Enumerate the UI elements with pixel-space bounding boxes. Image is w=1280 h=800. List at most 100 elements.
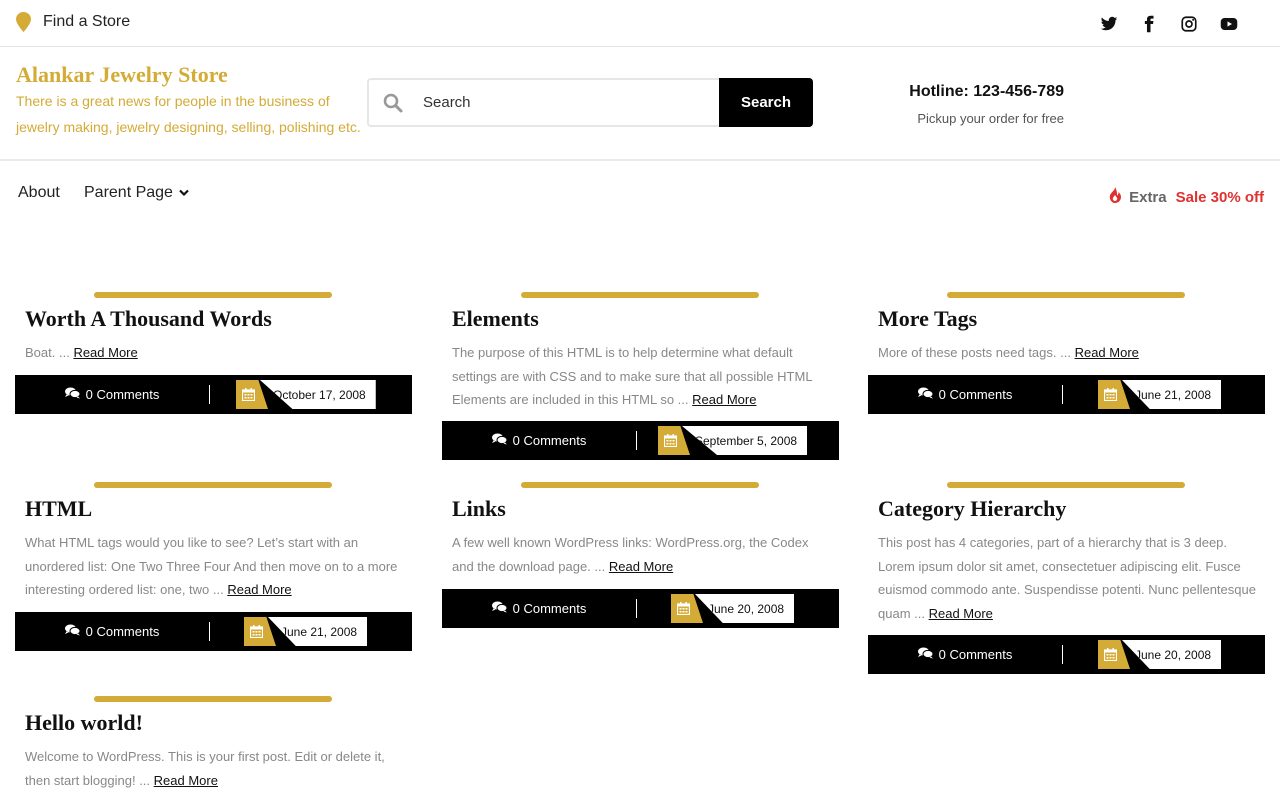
- nav-item-parent-page[interactable]: Parent Page: [84, 184, 189, 202]
- post-date[interactable]: June 21, 2008: [244, 617, 368, 646]
- comments-count: 0 Comments: [938, 387, 1013, 402]
- excerpt-text: More of these posts need tags. ...: [878, 345, 1071, 360]
- site-description: There is a great news for people in the …: [16, 93, 361, 135]
- comments-icon: [491, 601, 508, 616]
- comments-link[interactable]: 0 Comments: [868, 375, 1062, 414]
- post-date[interactable]: June 21, 2008: [1098, 380, 1222, 409]
- post-card: Worth A Thousand Words Boat. ... Read Mo…: [15, 292, 412, 414]
- post-excerpt: What HTML tags would you like to see? Le…: [25, 531, 405, 602]
- date-text: September 5, 2008: [682, 426, 808, 455]
- post-meta: 0 Comments June 21, 2008: [15, 612, 412, 651]
- instagram-icon[interactable]: [1180, 15, 1198, 33]
- post-accent-bar: [94, 696, 332, 702]
- map-pin-icon: [16, 12, 31, 32]
- sale-text: Sale 30% off: [1175, 188, 1264, 206]
- post-date[interactable]: June 20, 2008: [671, 594, 795, 623]
- meta-divider: [1062, 645, 1063, 664]
- search-button[interactable]: Search: [719, 78, 813, 127]
- date-text: June 20, 2008: [1122, 640, 1222, 669]
- post-meta: 0 Comments June 20, 2008: [868, 635, 1265, 674]
- read-more-link[interactable]: Read More: [227, 582, 291, 597]
- fire-icon: [1109, 187, 1122, 207]
- post-meta: 0 Comments September 5, 2008: [442, 421, 839, 460]
- calendar-icon: [244, 617, 276, 646]
- read-more-link[interactable]: Read More: [929, 606, 993, 621]
- excerpt-text: Boat. ...: [25, 345, 70, 360]
- search-icon: [369, 93, 413, 113]
- meta-divider: [1062, 385, 1063, 404]
- post-card: Hello world! Welcome to WordPress. This …: [15, 696, 412, 800]
- read-more-link[interactable]: Read More: [154, 773, 218, 788]
- post-title[interactable]: More Tags: [878, 306, 977, 332]
- calendar-icon: [1098, 380, 1130, 409]
- facebook-icon[interactable]: [1140, 15, 1158, 33]
- main-nav: About Parent Page Extra Sale 30% off: [0, 162, 1280, 222]
- post-card: Elements The purpose of this HTML is to …: [442, 292, 839, 460]
- post-date[interactable]: October 17, 2008: [236, 380, 376, 409]
- comments-link[interactable]: 0 Comments: [442, 589, 636, 628]
- social-links: [1100, 15, 1238, 33]
- post-excerpt: More of these posts need tags. ... Read …: [878, 341, 1258, 365]
- post-date[interactable]: September 5, 2008: [658, 426, 808, 455]
- meta-divider: [636, 431, 637, 450]
- meta-divider: [209, 385, 210, 404]
- post-card: Category Hierarchy This post has 4 categ…: [868, 482, 1265, 674]
- calendar-icon: [236, 380, 268, 409]
- post-title[interactable]: Links: [452, 496, 506, 522]
- comments-link[interactable]: 0 Comments: [15, 375, 209, 414]
- twitter-icon[interactable]: [1100, 15, 1118, 33]
- post-accent-bar: [521, 292, 759, 298]
- post-meta: 0 Comments June 20, 2008: [442, 589, 839, 628]
- meta-divider: [209, 622, 210, 641]
- sale-banner[interactable]: Extra Sale 30% off: [1109, 187, 1264, 207]
- post-accent-bar: [947, 482, 1185, 488]
- read-more-link[interactable]: Read More: [73, 345, 137, 360]
- post-title[interactable]: Worth A Thousand Words: [25, 306, 272, 332]
- post-excerpt: Boat. ... Read More: [25, 341, 405, 365]
- excerpt-text: What HTML tags would you like to see? Le…: [25, 535, 398, 597]
- post-accent-bar: [94, 482, 332, 488]
- comments-link[interactable]: 0 Comments: [15, 612, 209, 651]
- post-title[interactable]: HTML: [25, 496, 92, 522]
- post-title[interactable]: Category Hierarchy: [878, 496, 1066, 522]
- post-card: Links A few well known WordPress links: …: [442, 482, 839, 628]
- excerpt-text: The purpose of this HTML is to help dete…: [452, 345, 813, 407]
- hotline-subtext: Pickup your order for free: [917, 111, 1064, 126]
- comments-count: 0 Comments: [85, 387, 160, 402]
- calendar-icon: [671, 594, 703, 623]
- read-more-link[interactable]: Read More: [1075, 345, 1139, 360]
- comments-link[interactable]: 0 Comments: [442, 421, 636, 460]
- comments-icon: [491, 433, 508, 448]
- comments-icon: [917, 387, 934, 402]
- search-input[interactable]: [413, 80, 719, 125]
- post-excerpt: This post has 4 categories, part of a hi…: [878, 531, 1258, 625]
- sale-extra-label: Extra: [1129, 188, 1167, 206]
- post-title[interactable]: Hello world!: [25, 710, 143, 736]
- date-text: June 21, 2008: [268, 617, 368, 646]
- site-header: Alankar Jewelry Store There is a great n…: [0, 47, 1280, 161]
- post-card: More Tags More of these posts need tags.…: [868, 292, 1265, 414]
- site-title[interactable]: Alankar Jewelry Store: [16, 62, 228, 88]
- comments-link[interactable]: 0 Comments: [868, 635, 1062, 674]
- top-bar: Find a Store: [0, 0, 1280, 47]
- find-store-link[interactable]: Find a Store: [16, 12, 130, 32]
- read-more-link[interactable]: Read More: [692, 392, 756, 407]
- hotline-block: Hotline: 123-456-789 Pickup your order f…: [909, 83, 1064, 126]
- comments-count: 0 Comments: [512, 433, 587, 448]
- nav-item-about[interactable]: About: [18, 184, 60, 202]
- calendar-icon: [658, 426, 690, 455]
- hotline-number: Hotline: 123-456-789: [909, 83, 1064, 100]
- post-excerpt: The purpose of this HTML is to help dete…: [452, 341, 832, 412]
- post-date[interactable]: June 20, 2008: [1098, 640, 1222, 669]
- read-more-link[interactable]: Read More: [609, 559, 673, 574]
- post-title[interactable]: Elements: [452, 306, 539, 332]
- comments-count: 0 Comments: [85, 624, 160, 639]
- comments-icon: [64, 387, 81, 402]
- post-excerpt: Welcome to WordPress. This is your first…: [25, 745, 405, 792]
- post-meta: 0 Comments October 17, 2008: [15, 375, 412, 414]
- post-accent-bar: [94, 292, 332, 298]
- date-text: June 21, 2008: [1122, 380, 1222, 409]
- youtube-icon[interactable]: [1220, 15, 1238, 33]
- comments-icon: [917, 647, 934, 662]
- post-card: HTML What HTML tags would you like to se…: [15, 482, 412, 651]
